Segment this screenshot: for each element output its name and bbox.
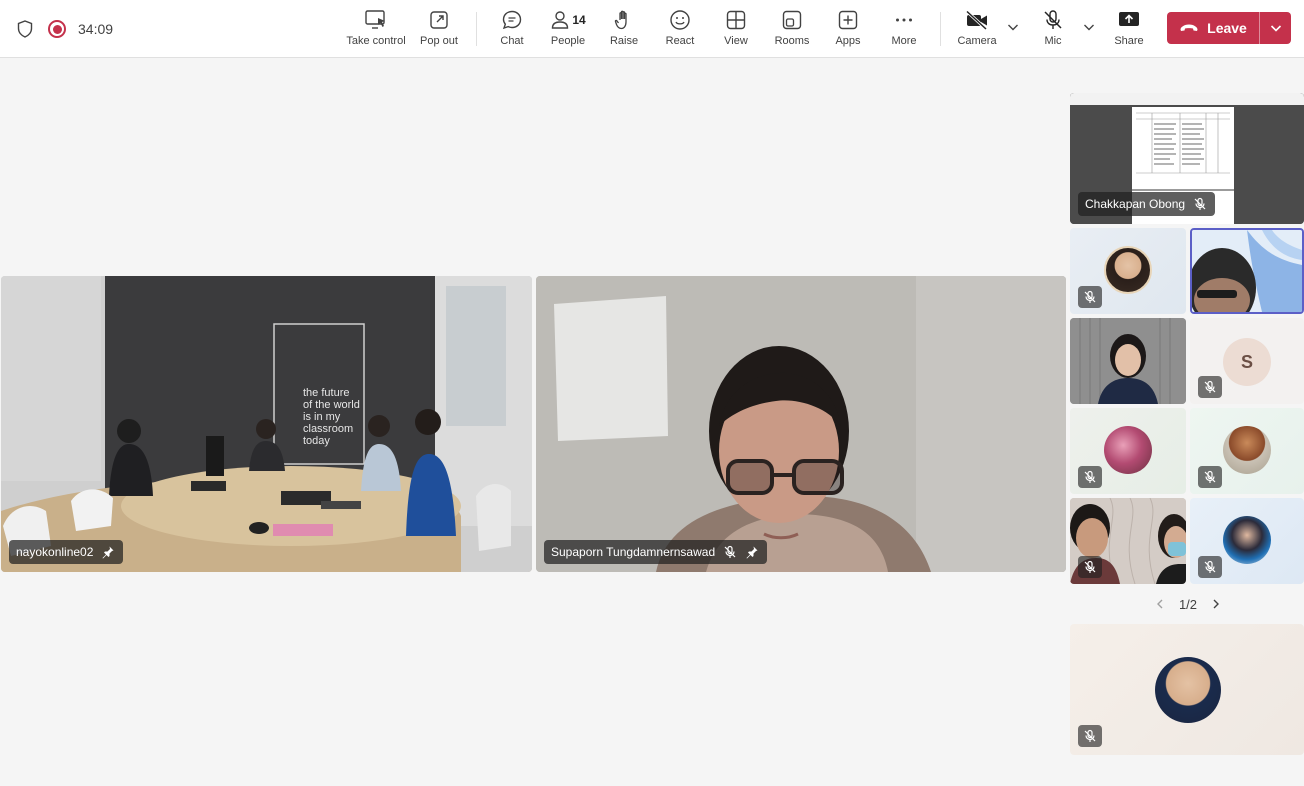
page-indicator: 1/2 [1178, 596, 1198, 612]
participant-avatar [1104, 246, 1152, 294]
rooms-icon [781, 8, 803, 32]
participant-tile[interactable]: S [1190, 318, 1304, 404]
raise-hand-icon [614, 8, 634, 32]
take-control-button[interactable]: Take control [344, 8, 408, 52]
react-icon [669, 8, 691, 32]
mic-off-icon [1078, 466, 1102, 488]
share-button[interactable]: Share [1110, 8, 1148, 52]
mic-button[interactable]: Mic [1036, 8, 1070, 52]
toolbar-divider [940, 12, 941, 46]
participant-tile[interactable] [1070, 228, 1186, 314]
toolbar-divider [476, 12, 477, 46]
meeting-status: 34:09 [16, 18, 113, 40]
participant-video [1070, 318, 1186, 404]
participant-tile[interactable] [1070, 408, 1186, 494]
participant-video [536, 276, 1066, 572]
recording-icon[interactable] [48, 20, 66, 38]
next-page-chevron-icon[interactable] [1206, 594, 1226, 614]
participant-avatar [1223, 516, 1271, 564]
mic-options-chevron-icon[interactable] [1082, 20, 1096, 34]
mic-off-icon [1194, 197, 1206, 210]
meeting-toolbar: 34:09 Take control Pop out Chat 14 Peopl… [0, 0, 1304, 58]
participant-video [1192, 230, 1302, 312]
raise-hand-button[interactable]: Raise [606, 8, 642, 52]
mic-off-icon [1198, 556, 1222, 578]
video-tile-supaporn[interactable]: Supaporn Tungdamnernsawad [536, 276, 1066, 572]
view-grid-icon [725, 8, 747, 32]
video-tile-nayokonline02[interactable]: the future of the world is in my classro… [1, 276, 532, 572]
chat-icon [501, 8, 523, 32]
more-options-button[interactable]: More [886, 8, 922, 52]
participant-tile[interactable] [1070, 624, 1304, 755]
mic-off-icon [724, 545, 736, 558]
camera-off-icon [965, 8, 989, 32]
pin-icon[interactable] [745, 545, 759, 559]
react-button[interactable]: React [662, 8, 698, 52]
participant-name-tag: Supaporn Tungdamnernsawad [544, 540, 768, 564]
participant-avatar [1155, 657, 1221, 723]
take-control-icon [364, 8, 388, 32]
shield-icon[interactable] [16, 19, 34, 39]
participant-tile[interactable] [1070, 498, 1186, 584]
pin-icon[interactable] [101, 545, 115, 559]
participant-name-tag: Chakkapan Obong [1078, 192, 1216, 216]
mic-off-icon [1078, 286, 1102, 308]
people-button[interactable]: 14 People [546, 8, 590, 52]
leave-options-chevron-icon[interactable] [1260, 12, 1291, 44]
participant-avatar [1104, 426, 1152, 474]
mic-off-icon [1078, 556, 1102, 578]
participant-tile[interactable] [1190, 498, 1304, 584]
participant-name-tag: nayokonline02 [9, 540, 124, 564]
participant-tile-speaking[interactable] [1190, 228, 1304, 314]
apps-button[interactable]: Apps [830, 8, 866, 52]
participant-tile[interactable] [1190, 408, 1304, 494]
mic-off-icon [1198, 376, 1222, 398]
people-icon: 14 [550, 8, 586, 32]
leave-main-button[interactable]: Leave [1167, 12, 1259, 44]
participant-tile[interactable] [1070, 318, 1186, 404]
pop-out-icon [428, 8, 450, 32]
leave-button[interactable]: Leave [1167, 12, 1291, 44]
hang-up-icon [1180, 24, 1198, 31]
conference-room-video: the future of the world is in my classro… [1, 276, 532, 572]
mic-off-icon [1042, 8, 1064, 32]
add-app-icon [837, 8, 859, 32]
participant-initial-avatar: S [1223, 338, 1271, 386]
mic-off-icon [1198, 466, 1222, 488]
pop-out-button[interactable]: Pop out [416, 8, 462, 52]
screen-share-tile[interactable]: Chakkapan Obong [1070, 93, 1304, 224]
more-icon [893, 8, 915, 32]
chat-button[interactable]: Chat [494, 8, 530, 52]
view-button[interactable]: View [718, 8, 754, 52]
gallery-pager: 1/2 [1150, 594, 1226, 614]
meeting-timer: 34:09 [78, 21, 114, 37]
camera-options-chevron-icon[interactable] [1006, 20, 1020, 34]
people-count-badge: 14 [572, 13, 586, 27]
breakout-rooms-button[interactable]: Rooms [772, 8, 812, 52]
camera-button[interactable]: Camera [954, 8, 1000, 52]
previous-page-chevron-icon[interactable] [1150, 594, 1170, 614]
mic-off-icon [1078, 725, 1102, 747]
share-screen-icon [1117, 8, 1141, 32]
participant-avatar [1223, 426, 1271, 474]
